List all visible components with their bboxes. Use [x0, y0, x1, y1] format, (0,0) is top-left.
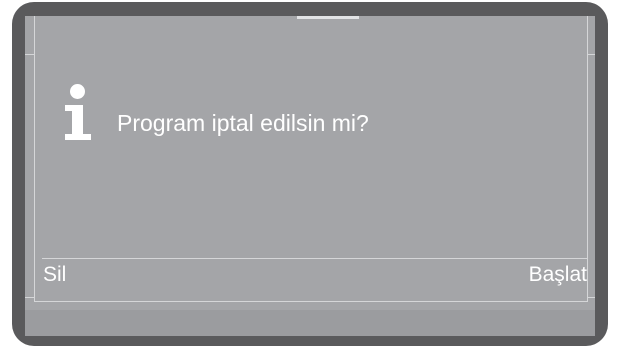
delete-softkey[interactable]: Sil [43, 263, 66, 287]
bottom-bar [25, 310, 595, 336]
info-icon [65, 84, 95, 144]
frame-tick [25, 297, 34, 298]
frame-tick [588, 54, 595, 55]
scroll-indicator [297, 16, 359, 19]
dialog-message-row: Program iptal edilsin mi? [65, 82, 369, 146]
frame-tick [25, 54, 34, 55]
dialog-message: Program iptal edilsin mi? [117, 109, 369, 136]
device-frame: Program iptal edilsin mi? Sil Başlat [12, 2, 608, 346]
display-screen: Program iptal edilsin mi? Sil Başlat [25, 16, 595, 336]
frame-tick [588, 297, 595, 298]
start-softkey[interactable]: Başlat [529, 263, 587, 287]
dialog-panel [34, 16, 588, 302]
softkey-divider [42, 258, 587, 259]
